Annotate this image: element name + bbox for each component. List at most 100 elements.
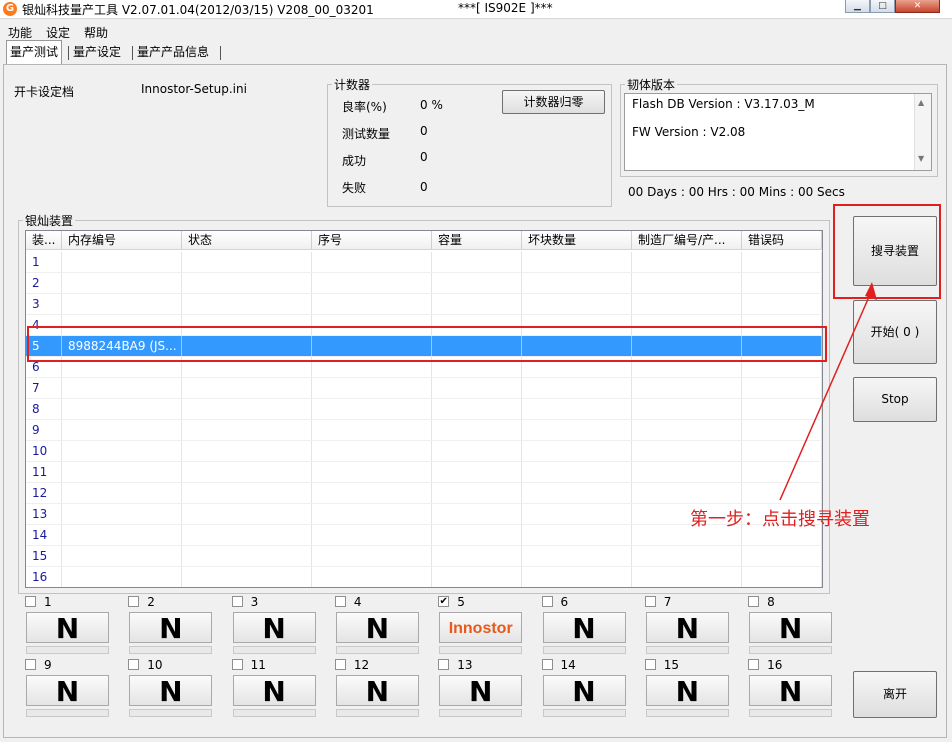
fail-value: 0 [420,180,428,194]
col-serial[interactable]: 序号 [312,231,432,249]
annotation-text: 第一步：点击搜寻装置 [690,509,870,530]
table-row[interactable]: 1 [26,252,822,273]
table-row[interactable]: 10 [26,441,822,462]
scroll-down-icon[interactable]: ▼ [918,154,924,163]
slot-status-badge: N [749,675,833,707]
cell-memory-id [62,378,182,398]
tab-production-settings[interactable]: 量产设定 [70,42,124,62]
cell-error-code [742,546,822,566]
cell-vendor [632,252,742,272]
slot-checkbox[interactable] [231,659,243,670]
slot-status-badge: N [129,675,213,707]
slot-checkbox[interactable] [644,596,656,607]
exit-button[interactable]: 离开 [853,671,937,718]
slot-label: 12 [353,658,370,672]
col-vendor[interactable]: 制造厂编号/产... [632,231,742,249]
slot-brand-badge: Innostor [439,612,523,643]
slot-checkbox[interactable] [748,659,760,670]
slot-checkbox[interactable] [541,596,553,607]
col-bad-blocks[interactable]: 坏块数量 [522,231,632,249]
cell-memory-id [62,546,182,566]
slot-checkbox[interactable] [644,659,656,670]
cell-vendor [632,420,742,440]
device-table[interactable]: 装... 内存编号 状态 序号 容量 坏块数量 制造厂编号/产... 错误码 1… [25,230,823,588]
window-title: 银灿科技量产工具 V2.07.01.04(2012/03/15) V208_00… [22,3,374,17]
cell-capacity [432,294,522,314]
cell-status [182,462,312,482]
col-error-code[interactable]: 错误码 [742,231,822,249]
slot-label: 6 [560,595,569,609]
elapsed-timer: 00 Days : 00 Hrs : 00 Mins : 00 Secs [628,185,845,199]
slot-checkbox[interactable] [748,596,760,607]
table-row[interactable]: 9 [26,420,822,441]
table-row[interactable]: 3 [26,294,822,315]
table-row[interactable]: 11 [26,462,822,483]
slot-progress-bar [439,709,523,717]
version-scrollbar[interactable]: ▲ ▼ [914,94,931,170]
yield-label: 良率(%) [342,100,387,114]
cell-capacity [432,567,522,587]
cell-device: 7 [26,378,62,398]
close-button[interactable]: ✕ [895,0,940,13]
cell-memory-id [62,399,182,419]
slot-checkbox[interactable] [25,596,36,607]
slot-checkbox[interactable] [128,659,140,670]
cell-capacity [432,483,522,503]
cell-serial [312,525,432,545]
cell-status [182,420,312,440]
col-capacity[interactable]: 容量 [432,231,522,249]
cell-device: 14 [26,525,62,545]
table-row[interactable]: 15 [26,546,822,567]
cell-serial [312,441,432,461]
cell-device: 9 [26,420,62,440]
col-status[interactable]: 状态 [182,231,312,249]
slot-label: 11 [250,658,266,672]
cell-serial [312,546,432,566]
table-row[interactable]: 8 [26,399,822,420]
slot-status-badge: N [439,675,523,707]
cell-bad-blocks [522,567,632,587]
menu-function[interactable]: 功能 [8,24,32,41]
table-row[interactable]: 12 [26,483,822,504]
table-row[interactable]: 16 [26,567,822,587]
cell-vendor [632,567,742,587]
cell-serial [312,378,432,398]
slot-checkbox[interactable] [334,659,346,670]
slot-checkbox[interactable]: ✔ [438,596,450,607]
tab-product-info[interactable]: 量产产品信息 [134,42,212,62]
cell-vendor [632,462,742,482]
test-count-value: 0 [420,124,428,138]
cell-status [182,483,312,503]
slot-progress-bar [335,646,419,654]
tab-production-test[interactable]: 量产测试 [6,40,63,64]
reset-counter-button[interactable]: 计数器归零 [502,90,605,114]
slot-label: 4 [353,595,362,609]
firmware-version-box: Flash DB Version : V3.17.03_M FW Version… [624,93,932,171]
cell-status [182,273,312,293]
success-label: 成功 [342,154,367,168]
cell-error-code [742,567,822,587]
cell-error-code [742,252,822,272]
slot-label: 2 [147,595,155,609]
col-memory-id[interactable]: 内存编号 [62,231,182,249]
slot-progress-bar [749,709,833,717]
maximize-button[interactable]: □ [870,0,895,13]
menu-settings[interactable]: 设定 [46,24,70,41]
cell-bad-blocks [522,546,632,566]
table-row[interactable]: 7 [26,378,822,399]
cell-memory-id [62,567,182,587]
table-row[interactable]: 2 [26,273,822,294]
slot-checkbox[interactable] [334,596,346,607]
menu-help[interactable]: 帮助 [84,24,108,41]
scroll-up-icon[interactable]: ▲ [918,98,924,107]
slot-checkbox[interactable] [25,659,36,670]
minimize-button[interactable]: ▁ [845,0,870,13]
cell-bad-blocks [522,420,632,440]
cell-bad-blocks [522,441,632,461]
slot-checkbox[interactable] [231,596,243,607]
slot-checkbox[interactable] [541,659,553,670]
col-device[interactable]: 装... [26,231,62,249]
slot-checkbox[interactable] [128,596,140,607]
cell-status [182,567,312,587]
slot-checkbox[interactable] [438,659,450,670]
